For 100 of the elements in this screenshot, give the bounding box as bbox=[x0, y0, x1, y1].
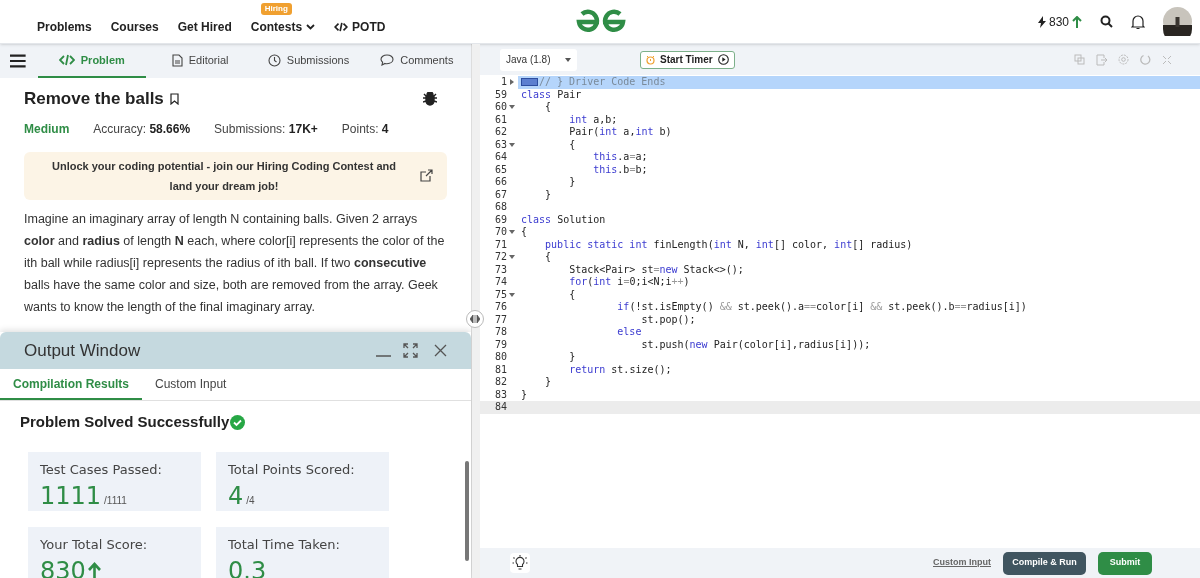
stat-total: /4 bbox=[246, 494, 255, 508]
difficulty-label: Medium bbox=[24, 120, 70, 138]
code-line: class Pair bbox=[521, 88, 582, 101]
menu-icon[interactable] bbox=[10, 54, 26, 68]
submit-button[interactable]: Submit bbox=[1098, 551, 1152, 575]
stat-label: Test Cases Passed: bbox=[40, 460, 163, 479]
streak-count: 830 bbox=[1048, 13, 1069, 31]
line-number: 69 bbox=[494, 213, 507, 226]
line-number: 79 bbox=[494, 338, 507, 351]
problem-stat: Points: 4 bbox=[341, 120, 389, 138]
fold-arrow-icon[interactable] bbox=[508, 142, 515, 147]
code-line: this.a=a; bbox=[592, 151, 648, 164]
nav-link[interactable]: Contests bbox=[250, 17, 303, 36]
line-number: 59 bbox=[494, 88, 507, 101]
fold-arrow-icon[interactable] bbox=[509, 79, 514, 86]
line-number: 78 bbox=[494, 326, 507, 339]
scrollbar[interactable] bbox=[465, 461, 469, 561]
search-icon[interactable] bbox=[1100, 15, 1113, 28]
lightbulb-icon[interactable] bbox=[510, 553, 530, 573]
problem-title: Remove the balls bbox=[24, 88, 164, 110]
code-line: Stack<Pair> st=new Stack<>(); bbox=[568, 263, 744, 276]
problem-tab[interactable]: Editorial bbox=[145, 44, 255, 78]
nav-link[interactable]: Problems bbox=[37, 17, 92, 36]
stat-label: Total Points Scored: bbox=[228, 460, 356, 479]
code-line: for(int i=0;i<N;i++) bbox=[568, 276, 690, 289]
line-number: 66 bbox=[494, 176, 507, 189]
nav-link[interactable]: Courses bbox=[110, 17, 159, 36]
logo-icon bbox=[575, 9, 627, 35]
resize-icon bbox=[470, 315, 480, 323]
check-circle-icon bbox=[230, 414, 246, 430]
output-tab[interactable]: Compilation Results bbox=[0, 369, 142, 400]
problem-stat: Accuracy: 58.66% bbox=[93, 120, 191, 138]
hiring-badge: Hiring bbox=[260, 2, 292, 15]
line-number: 72 bbox=[494, 251, 507, 264]
resize-handle[interactable] bbox=[466, 310, 484, 328]
line-number: 75 bbox=[494, 288, 507, 301]
code-line: } bbox=[521, 388, 528, 401]
fold-arrow-icon[interactable] bbox=[508, 292, 515, 297]
stat-label: Your Total Score: bbox=[40, 535, 149, 554]
code-line: else bbox=[616, 326, 642, 339]
output-window-title: Output Window bbox=[24, 339, 141, 362]
language-select[interactable]: Java (1.8) bbox=[500, 48, 577, 71]
clock-icon bbox=[267, 53, 281, 67]
bug-icon[interactable] bbox=[423, 91, 437, 106]
play-icon bbox=[717, 54, 729, 65]
code-line: { bbox=[544, 251, 552, 264]
line-number: 64 bbox=[494, 151, 507, 164]
line-number: 84 bbox=[494, 401, 507, 414]
fold-arrow-icon[interactable] bbox=[508, 105, 515, 110]
line-number: 68 bbox=[494, 201, 507, 214]
line-number: 62 bbox=[494, 126, 507, 139]
custom-input-link[interactable]: Custom Input bbox=[933, 556, 991, 570]
avatar[interactable] bbox=[1163, 7, 1192, 36]
code-line: if(!st.isEmpty() && st.peek().a==color[i] && st.peek().b==radius[i]) bbox=[616, 301, 1027, 314]
problem-tab[interactable]: Submissions bbox=[254, 44, 363, 78]
document-icon bbox=[171, 53, 183, 67]
problem-stat: Submissions: 17K+ bbox=[214, 120, 318, 138]
stat-label: Total Time Taken: bbox=[228, 535, 341, 554]
status-message: Problem Solved Successfully bbox=[20, 412, 230, 432]
nav-link[interactable]: Get Hired bbox=[177, 17, 232, 36]
close-icon[interactable] bbox=[434, 344, 447, 357]
code-line: } bbox=[568, 176, 576, 189]
line-number: 65 bbox=[494, 163, 507, 176]
expand-icon[interactable] bbox=[403, 343, 418, 358]
fold-arrow-icon[interactable] bbox=[508, 255, 515, 260]
external-link-icon[interactable] bbox=[420, 169, 433, 182]
bell-icon[interactable] bbox=[1131, 13, 1145, 30]
code-line: class Solution bbox=[521, 213, 606, 226]
line-number: 83 bbox=[494, 388, 507, 401]
fold-arrow-icon[interactable] bbox=[508, 230, 515, 235]
output-tab[interactable]: Custom Input bbox=[142, 369, 240, 400]
start-timer-button[interactable]: Start Timer bbox=[640, 50, 735, 69]
line-number: 63 bbox=[494, 138, 507, 151]
line-number: 67 bbox=[494, 188, 507, 201]
code-line: { bbox=[568, 138, 576, 151]
line-number: 70 bbox=[494, 226, 507, 239]
problem-description: Imagine an imaginary array of length N containing balls. Given 2 arrays color and radius of length N each, where color[i] represents the color of the ith ball while radius[i] represents the radius of ith ball. If two consecutive balls have the same color and size, both are removed from the array. Geek wants to know the length of the final imaginary array. bbox=[24, 210, 446, 316]
stat-total: /1111 bbox=[104, 494, 127, 508]
nav-link[interactable]: POTD bbox=[352, 17, 386, 36]
code-line: { bbox=[544, 101, 552, 114]
code-line: int a,b; bbox=[568, 113, 618, 126]
timer-icon bbox=[646, 54, 655, 65]
compile-run-button[interactable]: Compile & Run bbox=[1003, 551, 1086, 575]
code-line: } bbox=[544, 376, 552, 389]
code-icon bbox=[58, 54, 75, 66]
chevron-down-icon[interactable] bbox=[306, 23, 316, 30]
code-line: return st.size(); bbox=[568, 363, 672, 376]
banner-text: Unlock your coding potential - join our Hiring Coding Contest and land your dream job! bbox=[50, 158, 397, 194]
folded-code-marker[interactable] bbox=[521, 78, 538, 87]
code-line: { bbox=[521, 226, 528, 239]
line-number: 82 bbox=[494, 376, 507, 389]
problem-tab[interactable]: Problem bbox=[37, 44, 146, 78]
line-number: 74 bbox=[494, 276, 507, 289]
line-number: 77 bbox=[494, 313, 507, 326]
code-line: this.b=b; bbox=[592, 163, 648, 176]
minimize-icon[interactable] bbox=[376, 353, 391, 358]
bookmark-icon[interactable] bbox=[169, 92, 179, 105]
line-number: 60 bbox=[494, 101, 507, 114]
problem-tab[interactable]: Comments bbox=[362, 44, 471, 78]
line-number: 81 bbox=[494, 363, 507, 376]
